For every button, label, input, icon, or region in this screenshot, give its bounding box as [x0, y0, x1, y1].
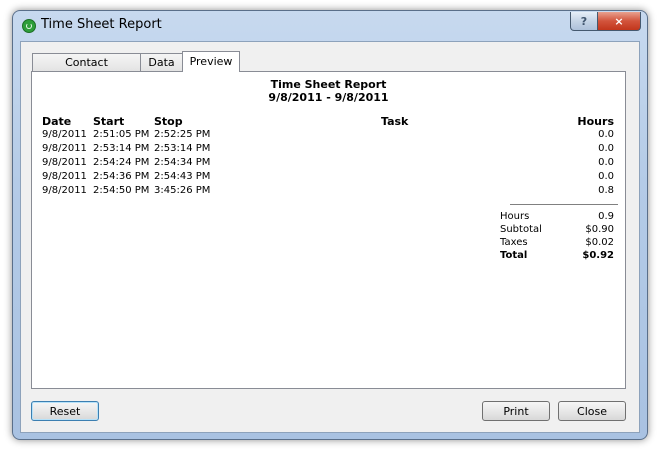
help-button[interactable]: ? — [570, 12, 598, 31]
cell-hours: 0.0 — [598, 171, 614, 182]
cell-start: 2:54:50 PM — [93, 185, 150, 196]
column-header-hours: Hours — [577, 115, 614, 128]
cell-hours: 0.0 — [598, 129, 614, 140]
close-button[interactable]: Close — [558, 401, 626, 421]
print-button[interactable]: Print — [482, 401, 550, 421]
cell-date: 9/8/2011 — [42, 157, 87, 168]
summary-value: $0.90 — [585, 224, 614, 235]
cell-start: 2:54:24 PM — [93, 157, 150, 168]
column-header-start: Start — [93, 115, 125, 128]
cell-date: 9/8/2011 — [42, 143, 87, 154]
column-header-stop: Stop — [154, 115, 183, 128]
summary-value: 0.9 — [598, 211, 614, 222]
summary-label: Taxes — [500, 237, 528, 248]
cell-date: 9/8/2011 — [42, 185, 87, 196]
summary-value: $0.92 — [582, 250, 614, 261]
window-close-button[interactable]: × — [597, 12, 641, 31]
cell-date: 9/8/2011 — [42, 129, 87, 140]
tab-preview[interactable]: Preview — [182, 51, 240, 72]
cell-stop: 2:53:14 PM — [154, 143, 211, 154]
title-bar[interactable]: Time Sheet Report ? × — [13, 11, 647, 41]
tab-data[interactable]: Data — [140, 53, 183, 71]
summary-value: $0.02 — [585, 237, 614, 248]
cell-start: 2:53:14 PM — [93, 143, 150, 154]
cell-stop: 2:54:34 PM — [154, 157, 211, 168]
cell-stop: 2:54:43 PM — [154, 171, 211, 182]
column-header-task: Task — [381, 115, 409, 128]
report-title: Time Sheet Report — [270, 78, 387, 91]
summary-label: Subtotal — [500, 224, 542, 235]
dialog-client-area: Contact Information Data Preview Time Sh… — [20, 41, 640, 433]
cell-start: 2:51:05 PM — [93, 129, 150, 140]
cell-hours: 0.8 — [598, 185, 614, 196]
time-sheet-report-window: Time Sheet Report ? × Contact Informatio… — [12, 10, 648, 440]
cell-hours: 0.0 — [598, 157, 614, 168]
window-title: Time Sheet Report — [41, 17, 162, 32]
summary-label: Total — [500, 250, 528, 261]
report-preview: Time Sheet Report 9/8/2011 - 9/8/2011 Da… — [31, 71, 626, 389]
report-date-range: 9/8/2011 - 9/8/2011 — [268, 91, 389, 104]
cell-stop: 2:52:25 PM — [154, 129, 211, 140]
cell-start: 2:54:36 PM — [93, 171, 150, 182]
summary-label: Hours — [500, 211, 530, 222]
cell-stop: 3:45:26 PM — [154, 185, 211, 196]
cell-date: 9/8/2011 — [42, 171, 87, 182]
cell-hours: 0.0 — [598, 143, 614, 154]
reset-button[interactable]: Reset — [31, 401, 99, 421]
column-header-date: Date — [42, 115, 72, 128]
app-clock-icon — [22, 19, 36, 33]
summary-divider — [510, 204, 618, 205]
tab-contact-information[interactable]: Contact Information — [32, 53, 141, 87]
